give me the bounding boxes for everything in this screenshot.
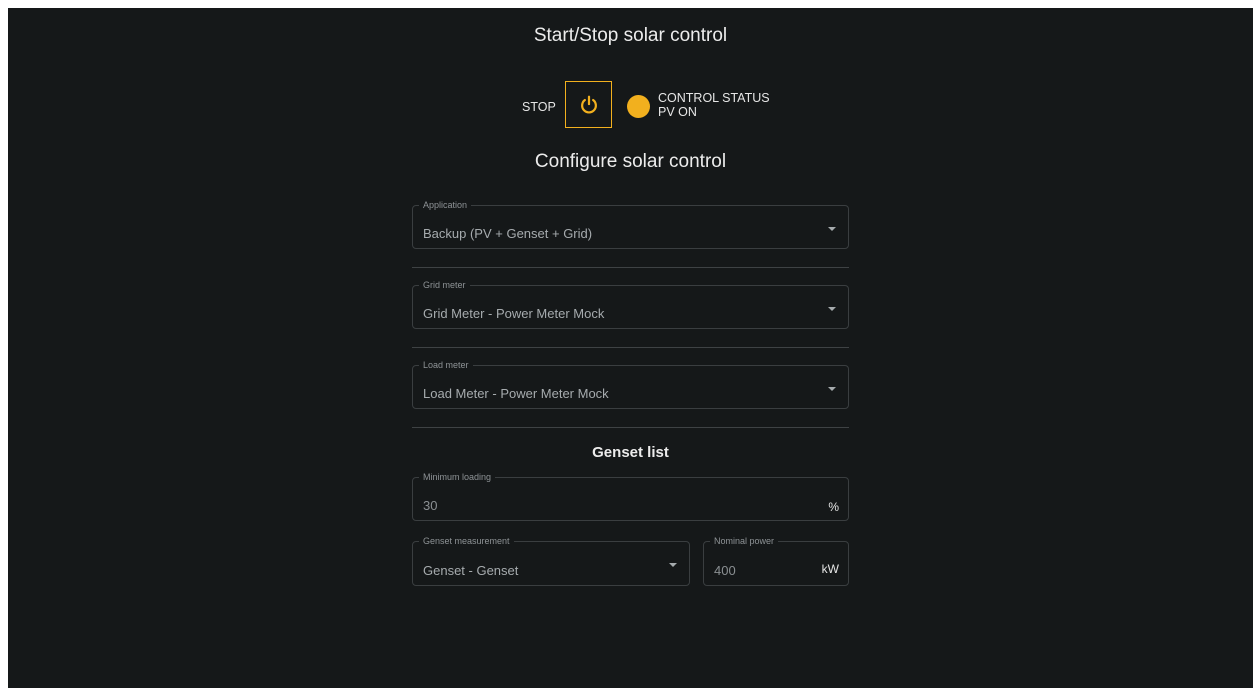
control-status-label: CONTROL STATUS — [658, 91, 770, 105]
solar-control-panel: Start/Stop solar control STOP CONTROL ST… — [8, 8, 1253, 688]
minimum-loading-label: Minimum loading — [419, 471, 496, 483]
load-meter-label: Load meter — [419, 359, 473, 371]
nominal-power-value: 400 — [714, 563, 736, 578]
divider — [412, 427, 849, 428]
nominal-power-input[interactable]: Nominal power 400 kW — [703, 535, 849, 586]
power-button[interactable] — [565, 81, 612, 128]
divider — [412, 267, 849, 268]
grid-meter-select[interactable]: Grid meter Grid Meter - Power Meter Mock — [412, 279, 849, 329]
load-meter-select[interactable]: Load meter Load Meter - Power Meter Mock — [412, 359, 849, 409]
percent-unit: % — [828, 500, 839, 514]
chevron-down-icon — [828, 387, 836, 391]
nominal-power-label: Nominal power — [710, 535, 779, 547]
power-icon — [580, 95, 597, 114]
genset-measurement-label: Genset measurement — [419, 535, 514, 547]
grid-meter-value: Grid Meter - Power Meter Mock — [423, 306, 605, 321]
status-indicator — [627, 95, 650, 118]
chevron-down-icon — [828, 307, 836, 311]
application-select[interactable]: Application Backup (PV + Genset + Grid) — [412, 199, 849, 249]
start-stop-title: Start/Stop solar control — [533, 25, 728, 46]
divider — [412, 347, 849, 348]
genset-measurement-value: Genset - Genset — [423, 563, 519, 578]
grid-meter-label: Grid meter — [419, 279, 470, 291]
application-value: Backup (PV + Genset + Grid) — [423, 226, 593, 241]
control-status: CONTROL STATUS PV ON — [658, 91, 770, 119]
chevron-down-icon — [669, 563, 677, 567]
genset-list-title: Genset list — [592, 444, 669, 461]
application-label: Application — [419, 199, 472, 211]
minimum-loading-input[interactable]: Minimum loading 30 % — [412, 471, 849, 521]
control-status-value: PV ON — [658, 105, 697, 119]
minimum-loading-value: 30 — [423, 498, 438, 513]
configure-title: Configure solar control — [534, 151, 727, 172]
stop-label: STOP — [522, 100, 556, 114]
kw-unit: kW — [821, 562, 839, 576]
genset-measurement-select[interactable]: Genset measurement Genset - Genset — [412, 535, 690, 586]
load-meter-value: Load Meter - Power Meter Mock — [423, 386, 609, 401]
chevron-down-icon — [828, 227, 836, 231]
